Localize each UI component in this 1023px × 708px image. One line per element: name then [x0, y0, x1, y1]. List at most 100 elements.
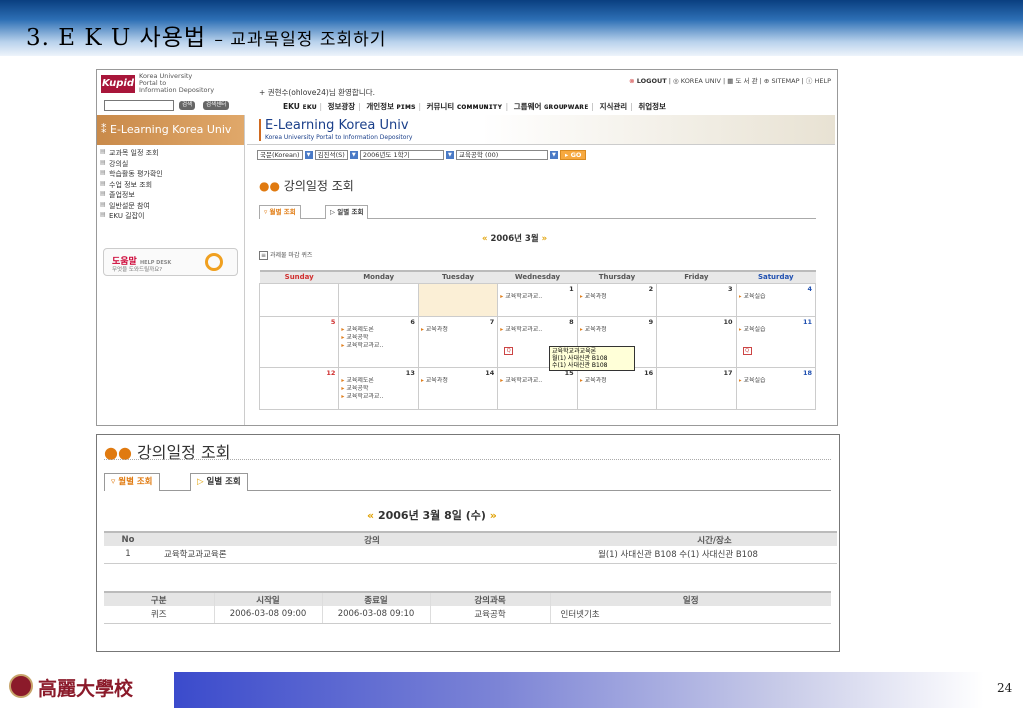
search-center-button[interactable]: 검색센터 — [203, 101, 230, 110]
chevron-down-icon[interactable]: ▼ — [304, 151, 313, 159]
banner-title: E-Learning Korea Univ — [265, 118, 409, 133]
calendar-event[interactable]: 교육공학 — [341, 385, 417, 393]
view-tabs: ▿ 월별 조회 ▷ 일별 조회 — [259, 204, 816, 219]
footer-gradient-bar — [174, 672, 984, 708]
library-link[interactable]: 도 서 관 — [736, 77, 758, 85]
sidebar-item-classroom[interactable]: 강의실 — [97, 159, 244, 170]
calendar-event[interactable]: 교육과정 — [580, 293, 656, 301]
chevron-down-icon[interactable]: ▼ — [549, 151, 558, 159]
help-desk-box[interactable]: 도움말 HELP DESK 무엇을 도와드릴까요? — [103, 248, 238, 276]
logo-line: Information Depository — [139, 86, 215, 94]
go-button[interactable]: ▸ GO — [560, 150, 587, 160]
calendar-day[interactable]: 17 — [656, 366, 737, 410]
chevron-down-icon[interactable]: ▼ — [445, 151, 454, 159]
sidebar-item-graduation[interactable]: 졸업정보 — [97, 190, 244, 201]
search-input[interactable] — [104, 100, 174, 111]
table-row[interactable]: 퀴즈 2006-03-08 09:00 2006-03-08 09:10 교육공… — [104, 606, 831, 624]
sidebar-item-evaluation[interactable]: 학습활동 평가확인 — [97, 169, 244, 180]
calendar-event[interactable]: 교육실습 — [739, 377, 815, 385]
calendar-day[interactable]: 5 — [258, 315, 340, 368]
help-link[interactable]: HELP — [814, 77, 831, 85]
quiz-icon[interactable]: Q — [504, 346, 514, 355]
search-button[interactable]: 검색 — [179, 101, 196, 110]
calendar-event[interactable]: 교육과정 — [421, 326, 497, 334]
calendar-day[interactable]: 12 — [258, 366, 340, 410]
calendar-day[interactable]: 4교육실습 — [735, 282, 817, 317]
tab-monthly[interactable]: ▿ 월별 조회 — [104, 473, 160, 491]
calendar-event[interactable]: 교육실습 — [739, 326, 815, 334]
month-label: 2006년 3월 — [490, 234, 539, 244]
calendar-day[interactable]: 16교육과정 — [576, 366, 658, 410]
calendar-event[interactable]: 교육공학 — [341, 334, 417, 342]
calendar-event[interactable]: 교육학교과교.. — [500, 326, 576, 334]
prev-day-icon[interactable]: « — [367, 509, 374, 522]
calendar-event[interactable]: 교육제도론 — [341, 377, 417, 385]
calendar-event[interactable]: 교육학교과교.. — [341, 342, 417, 350]
next-month-icon[interactable]: » — [542, 234, 548, 244]
calendar-day[interactable]: 18교육실습 — [735, 366, 817, 410]
tooltip-line: 월(1) 사대신관 B108 — [552, 355, 608, 362]
calendar-event[interactable]: 교육실습 — [739, 293, 815, 301]
calendar-event[interactable]: 교육제도론 — [341, 326, 417, 334]
calendar-day[interactable]: 13교육제도론교육공학교육학교과교.. — [338, 366, 419, 410]
column-header: 강의과목 — [429, 591, 550, 606]
calendar-day[interactable] — [338, 282, 419, 317]
nav-item-personal[interactable]: 개인정보 ᴘɪᴍs — [366, 102, 415, 111]
calendar-day[interactable]: 11교육실습 Q — [735, 315, 817, 368]
column-header: 종료일 — [321, 591, 430, 606]
chevron-down-icon[interactable]: ▼ — [349, 151, 358, 159]
sidebar-menu: 교과목 일정 조회 강의실 학습활동 평가확인 수업 정보 조회 졸업정보 일반… — [97, 148, 244, 222]
nav-item-community[interactable]: 커뮤니티 ᴄᴏᴍᴍᴜɴɪᴛʏ — [427, 102, 503, 111]
calendar-event[interactable]: 교육과정 — [580, 377, 656, 385]
sidebar-item-course-schedule[interactable]: 교과목 일정 조회 — [97, 148, 244, 159]
calendar-event[interactable]: 교육학교과교.. — [341, 393, 417, 401]
calendar-day[interactable]: 14교육과정 — [417, 366, 499, 410]
calendar-day[interactable]: 3 — [656, 282, 737, 317]
professor-select[interactable]: 김진석(S) — [314, 150, 348, 160]
sitemap-link[interactable]: SITEMAP — [771, 77, 799, 85]
prev-month-icon[interactable]: « — [482, 234, 488, 244]
kupid-logo[interactable]: Kupid — [101, 75, 135, 93]
next-day-icon[interactable]: » — [490, 509, 497, 522]
sidebar-item-guide[interactable]: EKU 길잡이 — [97, 211, 244, 222]
semester-select[interactable]: 2006년도 1학기 — [359, 150, 444, 160]
calendar-day[interactable]: 1교육학교과교.. — [497, 282, 578, 317]
logout-link[interactable]: LOGOUT — [637, 77, 667, 85]
detail-tabs: ▿ 월별 조회 ▷ 일별 조회 — [104, 473, 831, 491]
calendar-event[interactable]: 교육과정 — [421, 377, 497, 385]
slide-title-main: 3. E K U 사용법 — [26, 25, 207, 51]
day-number: 10 — [723, 317, 733, 326]
table-row[interactable]: 1 교육학교과교육론 월(1) 사대신관 B108 수(1) 사대신관 B108 — [104, 546, 837, 564]
tab-daily[interactable]: ▷ 일별 조회 — [325, 205, 369, 219]
calendar-day[interactable] — [258, 282, 340, 317]
nav-item-groupware[interactable]: 그룹웨어 ɢʀᴏᴜᴘᴡᴀʀᴇ — [514, 102, 589, 111]
weekday-header: Monday — [338, 270, 419, 283]
sidebar-item-class-info[interactable]: 수업 정보 조회 — [97, 180, 244, 191]
calendar-day[interactable]: 2교육과정 — [576, 282, 658, 317]
calendar-day[interactable]: 10 — [656, 315, 737, 368]
course-select[interactable]: 교육공학 (00) — [455, 150, 548, 160]
calendar-event[interactable]: 교육학교과교.. — [500, 293, 576, 301]
page-number: 24 — [997, 681, 1013, 695]
nav-item-eku[interactable]: EKU ᴇᴋᴜ — [283, 102, 316, 111]
language-select[interactable]: 국문(Korean) — [257, 150, 303, 160]
weekday-header: Tuesday — [418, 270, 498, 283]
schedule-table: 구분 시작일 종료일 강의과목 일정 퀴즈 2006-03-08 09:00 2… — [104, 591, 831, 624]
nav-item-knowledge[interactable]: 지식관리 — [600, 102, 628, 111]
nav-item-jobs[interactable]: 취업정보 — [638, 102, 666, 111]
daily-detail-screenshot: ●● 강의일정 조회 ▿ 월별 조회 ▷ 일별 조회 « 2006년 3월 8일… — [96, 434, 840, 652]
calendar-event[interactable]: 교육학교과교.. — [500, 377, 576, 385]
korea-univ-link[interactable]: KOREA UNIV — [681, 77, 721, 85]
calendar-day[interactable]: 6교육제도론교육공학교육학교과교.. — [338, 315, 419, 368]
nav-item-info-plaza[interactable]: 정보광장 — [328, 102, 356, 111]
table-cell: 2006-03-08 09:10 — [321, 606, 430, 624]
calendar-day[interactable] — [417, 282, 499, 317]
calendar-day[interactable]: 7교육과정 — [417, 315, 499, 368]
tab-monthly[interactable]: ▿ 월별 조회 — [259, 205, 301, 219]
calendar-event[interactable]: 교육과정 — [580, 326, 656, 334]
quiz-icon[interactable]: Q — [742, 346, 752, 355]
sidebar-item-survey[interactable]: 일반설문 참여 — [97, 201, 244, 212]
calendar-day[interactable]: 15교육학교과교.. — [497, 366, 578, 410]
tab-daily[interactable]: ▷ 일별 조회 — [190, 473, 248, 491]
elearning-banner: E-Learning Korea Univ Korea University P… — [247, 115, 835, 145]
